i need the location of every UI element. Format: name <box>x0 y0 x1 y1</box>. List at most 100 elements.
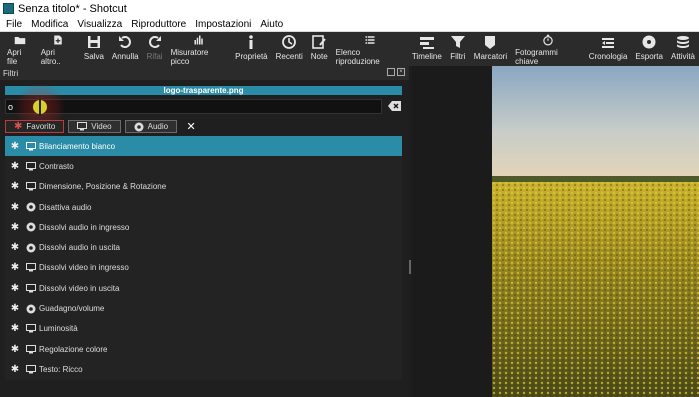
close-filter-list-icon[interactable]: ✕ <box>185 121 197 133</box>
list-item[interactable]: ✱ Dimensione, Posizione & Rotazione <box>5 177 402 197</box>
filters-panel-title: Filtri <box>3 68 19 78</box>
menu-aiuto[interactable]: Aiuto <box>260 19 283 30</box>
menu-impostazioni[interactable]: Impostazioni <box>195 19 251 30</box>
favorite-star-icon[interactable]: ✱ <box>5 141 25 152</box>
speaker-icon <box>25 243 37 253</box>
monitor-icon <box>25 182 37 192</box>
monitor-icon <box>25 263 37 273</box>
main-toolbar: Apri file Apri altro.. Salva Annulla Rif… <box>0 32 699 66</box>
list-item[interactable]: ✱ Dissolvi audio in ingresso <box>5 217 402 237</box>
keyframes-button[interactable]: Fotogrammi chiave <box>511 32 585 66</box>
dock-gap <box>412 66 492 397</box>
timeline-icon <box>419 37 434 49</box>
list-item[interactable]: ✱ Contrasto <box>5 156 402 176</box>
save-button[interactable]: Salva <box>80 32 108 66</box>
stopwatch-icon <box>543 34 553 46</box>
clear-search-icon[interactable] <box>388 100 402 112</box>
playlist-icon <box>365 36 375 44</box>
list-item[interactable]: ✱ Dissolvi video in ingresso <box>5 258 402 278</box>
open-other-button[interactable]: Apri altro.. <box>37 32 80 66</box>
export-button[interactable]: Esporta <box>631 32 667 66</box>
list-item[interactable]: ✱ Bilanciamento bianco <box>5 136 402 157</box>
favorite-star-icon[interactable]: ✱ <box>5 344 25 355</box>
favorite-star-icon[interactable]: ✱ <box>5 262 25 273</box>
speaker-icon <box>25 222 37 232</box>
peak-meter-button[interactable]: Misuratore picco <box>167 32 232 66</box>
favorite-star-icon[interactable]: ✱ <box>5 222 25 233</box>
tab-video[interactable]: Video <box>68 120 121 133</box>
search-row <box>5 99 402 114</box>
folder-icon <box>14 37 26 45</box>
list-item[interactable]: ✱ Dissolvi video in uscita <box>5 278 402 298</box>
current-clip-name: logo-trasparente.png <box>5 86 402 95</box>
menu-bar: File Modifica Visualizza Riproduttore Im… <box>0 17 699 32</box>
list-item[interactable]: ✱ Dissolvi audio in uscita <box>5 237 402 257</box>
preview-landscape-image <box>492 66 699 397</box>
playlist-button[interactable]: Elenco riproduzione <box>332 32 408 66</box>
jobs-icon <box>676 36 689 48</box>
filter-list: ✱ Bilanciamento bianco ✱ Contrasto ✱ Dim… <box>5 136 402 380</box>
undo-button[interactable]: Annulla <box>108 32 143 66</box>
monitor-icon <box>77 122 88 131</box>
menu-visualizza[interactable]: Visualizza <box>77 19 122 30</box>
favorite-star-icon[interactable]: ✱ <box>5 202 25 213</box>
window-title: Senza titolo* - Shotcut <box>18 2 127 15</box>
list-item[interactable]: ✱ Guadagno/volume <box>5 298 402 318</box>
speaker-icon <box>134 122 144 131</box>
markers-button[interactable]: Marcatori <box>470 32 511 66</box>
favorite-star-icon[interactable]: ✱ <box>5 364 25 375</box>
peak-meter-icon <box>194 35 203 45</box>
close-panel-icon[interactable]: × <box>397 68 405 76</box>
marker-icon <box>485 36 496 49</box>
favorite-star-icon[interactable]: ✱ <box>5 283 25 294</box>
favorite-star-icon[interactable]: ✱ <box>5 242 25 253</box>
filters-button[interactable]: Filtri <box>446 32 470 66</box>
list-item[interactable]: ✱ Regolazione colore <box>5 339 402 359</box>
monitor-icon <box>25 324 37 334</box>
video-preview <box>492 66 699 397</box>
filters-panel: logo-trasparente.png ✱ Favorito Video Au… <box>0 80 409 397</box>
undock-icon[interactable] <box>387 68 395 76</box>
tab-favorites[interactable]: ✱ Favorito <box>5 120 65 133</box>
speaker-icon <box>25 304 37 314</box>
shotcut-logo-icon <box>3 3 14 14</box>
tab-audio[interactable]: Audio <box>124 120 178 133</box>
menu-riproduttore[interactable]: Riproduttore <box>131 19 186 30</box>
title-bar: Senza titolo* - Shotcut <box>0 0 699 17</box>
monitor-icon <box>25 161 37 171</box>
filters-panel-header: Filtri × <box>0 66 409 80</box>
favorite-star-icon[interactable]: ✱ <box>5 161 25 172</box>
history-button[interactable]: Cronologia <box>585 32 632 66</box>
save-icon <box>87 36 100 48</box>
menu-modifica[interactable]: Modifica <box>31 19 68 30</box>
redo-icon <box>148 36 161 48</box>
favorite-star-icon[interactable]: ✱ <box>5 181 25 192</box>
notes-button[interactable]: Note <box>307 32 332 66</box>
menu-file[interactable]: File <box>6 19 22 30</box>
monitor-icon <box>25 141 37 151</box>
recent-button[interactable]: Recenti <box>272 32 307 66</box>
export-icon <box>642 35 656 49</box>
info-icon <box>249 35 254 49</box>
filter-search-input[interactable] <box>5 99 382 114</box>
speaker-icon <box>25 202 37 212</box>
open-other-icon <box>54 35 63 45</box>
list-item[interactable]: ✱ Disattiva audio <box>5 197 402 217</box>
jobs-button[interactable]: Attività <box>667 32 699 66</box>
open-file-button[interactable]: Apri file <box>3 32 37 66</box>
favorite-star-icon[interactable]: ✱ <box>5 323 25 334</box>
timeline-button[interactable]: Timeline <box>408 32 446 66</box>
properties-button[interactable]: Proprietà <box>231 32 271 66</box>
monitor-icon <box>25 283 37 293</box>
panel-splitter-handle[interactable] <box>409 260 411 274</box>
favorite-star-icon[interactable]: ✱ <box>5 303 25 314</box>
history-icon <box>602 38 615 48</box>
list-item[interactable]: ✱ Testo: Ricco <box>5 359 402 379</box>
undo-icon <box>119 36 132 48</box>
note-icon <box>312 35 326 49</box>
star-icon: ✱ <box>14 121 23 132</box>
filter-category-tabs: ✱ Favorito Video Audio ✕ <box>5 119 197 134</box>
list-item[interactable]: ✱ Luminosità <box>5 319 402 339</box>
redo-button[interactable]: Rifai <box>143 32 167 66</box>
filter-icon <box>450 36 465 48</box>
